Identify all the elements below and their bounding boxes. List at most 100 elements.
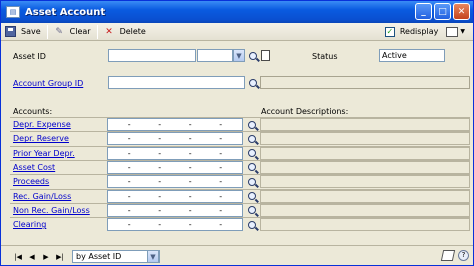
account-segment-separator: - xyxy=(188,162,192,172)
account-label-link[interactable]: Proceeds xyxy=(13,177,49,186)
account-row: Proceeds - - - - xyxy=(10,174,470,189)
search-icon xyxy=(249,78,257,87)
account-number-input[interactable]: ---- xyxy=(107,175,243,189)
account-lookup-button[interactable] xyxy=(246,175,258,188)
account-label-link[interactable]: Asset Cost xyxy=(13,163,55,172)
account-row: Rec. Gain/Loss - - - - xyxy=(10,188,470,203)
account-description-field xyxy=(260,189,470,203)
account-segment-separator: - xyxy=(158,220,162,230)
account-row: Asset Cost - - - - xyxy=(10,159,470,174)
chevron-down-icon: ▼ xyxy=(460,28,465,35)
note-icon[interactable] xyxy=(261,50,270,61)
account-label-link[interactable]: Depr. Expense xyxy=(13,120,71,129)
account-segment-separator: - xyxy=(188,120,192,129)
account-segment-separator: - xyxy=(127,134,131,144)
account-group-id-link[interactable]: Account Group ID xyxy=(13,79,83,88)
sort-order-value: by Asset ID xyxy=(76,252,122,261)
delete-button[interactable]: ✕ Delete xyxy=(100,24,150,40)
account-label-link[interactable]: Prior Year Depr. xyxy=(13,149,75,158)
account-label-link[interactable]: Rec. Gain/Loss xyxy=(13,192,71,201)
account-segment-separator: - xyxy=(188,205,192,215)
account-segment-separator: - xyxy=(219,205,223,215)
account-number-input[interactable]: ---- xyxy=(107,146,243,160)
search-icon xyxy=(248,206,256,215)
account-label-link[interactable]: Clearing xyxy=(13,220,46,229)
toolbar: Save ✎ Clear ✕ Delete ✓ Redisplay ▼ xyxy=(1,23,473,41)
save-icon xyxy=(5,26,16,37)
account-group-lookup-button[interactable] xyxy=(247,76,259,89)
account-number-input[interactable]: ---- xyxy=(107,132,243,146)
account-segment-separator: - xyxy=(219,220,223,230)
account-number-input[interactable]: ---- xyxy=(107,218,243,232)
account-lookup-button[interactable] xyxy=(246,190,258,203)
account-number-input[interactable]: ---- xyxy=(107,160,243,174)
account-segment-separator: - xyxy=(158,191,162,201)
account-number-input[interactable]: ---- xyxy=(107,203,243,217)
account-segment-separator: - xyxy=(158,162,162,172)
search-icon xyxy=(248,192,256,200)
clear-button[interactable]: ✎ Clear xyxy=(50,24,95,40)
account-segment-separator: - xyxy=(188,191,192,201)
account-group-id-input[interactable] xyxy=(108,76,245,89)
previous-record-button[interactable]: ◀ xyxy=(26,251,38,262)
next-record-button[interactable]: ▶ xyxy=(40,251,52,262)
account-row: Prior Year Depr. - - - - xyxy=(10,145,470,160)
account-segment-separator: - xyxy=(127,191,131,201)
account-row: Clearing - - - - xyxy=(10,217,470,232)
search-icon xyxy=(248,134,256,143)
toolbar-separator xyxy=(46,24,48,39)
maximize-button[interactable]: □ xyxy=(434,3,451,20)
title-bar[interactable]: ▤ Asset Account _ □ ✕ xyxy=(1,1,473,23)
account-segment-separator: - xyxy=(127,220,131,230)
minimize-button[interactable]: _ xyxy=(415,3,432,20)
account-label-link[interactable]: Depr. Reserve xyxy=(13,134,69,143)
redisplay-checkbox[interactable]: ✓ xyxy=(384,26,395,37)
account-number-input[interactable]: ---- xyxy=(107,189,243,203)
account-description-field xyxy=(260,160,470,174)
account-segment-separator: - xyxy=(188,134,192,144)
account-lookup-button[interactable] xyxy=(246,218,258,231)
delete-label: Delete xyxy=(119,27,146,36)
account-segment-separator: - xyxy=(127,162,131,172)
status-value: Active xyxy=(379,49,445,62)
account-lookup-button[interactable] xyxy=(246,147,258,160)
account-segment-separator: - xyxy=(188,220,192,230)
account-description-field xyxy=(260,118,470,131)
account-segment-separator: - xyxy=(188,177,192,187)
account-description-field xyxy=(260,146,470,160)
account-label-link[interactable]: Non Rec. Gain/Loss xyxy=(13,206,90,215)
account-lookup-button[interactable] xyxy=(246,132,258,145)
window-note-icon[interactable] xyxy=(440,250,456,261)
account-segment-separator: - xyxy=(127,120,131,129)
save-label: Save xyxy=(21,27,41,36)
window-title: Asset Account xyxy=(25,6,106,18)
account-segment-separator: - xyxy=(219,120,223,129)
last-record-button[interactable]: ▶| xyxy=(54,251,66,262)
search-icon xyxy=(248,220,256,229)
account-description-field xyxy=(260,132,470,146)
asset-id-input[interactable] xyxy=(108,49,196,62)
clear-label: Clear xyxy=(69,27,91,36)
search-icon xyxy=(248,120,256,129)
save-button[interactable]: Save xyxy=(1,24,45,40)
asset-id-lookup-button[interactable] xyxy=(247,49,259,62)
status-label: Status xyxy=(312,52,338,61)
options-menu-button[interactable]: ▼ xyxy=(442,24,469,40)
account-number-input[interactable]: ---- xyxy=(107,118,243,131)
status-bar: |◀ ◀ ▶ ▶| by Asset ID ▼ ? xyxy=(1,245,473,265)
redisplay-toggle[interactable]: ✓ Redisplay xyxy=(381,24,443,40)
close-button[interactable]: ✕ xyxy=(453,3,470,20)
first-record-button[interactable]: |◀ xyxy=(12,251,24,262)
account-segment-separator: - xyxy=(188,148,192,158)
asset-id-dropdown[interactable]: ▼ xyxy=(233,49,245,62)
account-lookup-button[interactable] xyxy=(246,118,258,131)
account-row: Non Rec. Gain/Loss - - - - xyxy=(10,202,470,217)
asset-id-suffix-input[interactable] xyxy=(197,49,233,62)
account-lookup-button[interactable] xyxy=(246,161,258,174)
account-segment-separator: - xyxy=(219,148,223,158)
account-lookup-button[interactable] xyxy=(246,204,258,217)
help-icon[interactable]: ? xyxy=(458,250,469,261)
account-segment-separator: - xyxy=(158,148,162,158)
sort-order-dropdown[interactable]: ▼ xyxy=(147,250,159,263)
window-options-icon xyxy=(446,26,459,37)
